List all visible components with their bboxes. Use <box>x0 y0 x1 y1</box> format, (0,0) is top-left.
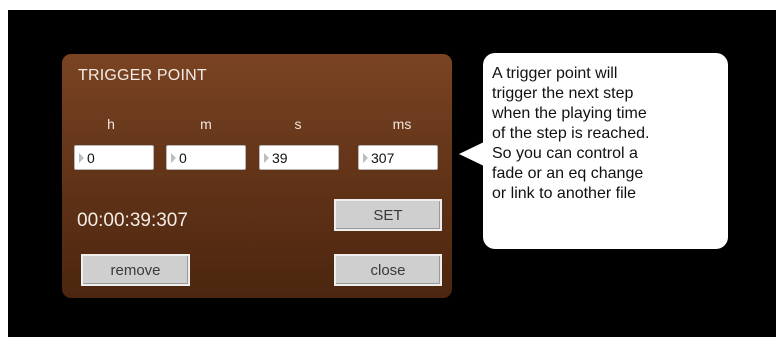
tooltip-line: or link to another file <box>492 185 637 202</box>
spin-arrow-icon[interactable] <box>171 152 176 163</box>
milliseconds-label: ms <box>392 116 412 132</box>
minutes-field[interactable]: 0 <box>166 145 246 170</box>
tooltip-line: fade or an eq change <box>492 165 644 182</box>
app-canvas: TRIGGER POINT h m s ms 0 0 39 307 00:00:… <box>8 10 776 337</box>
seconds-label: s <box>294 116 302 132</box>
dialog-title: TRIGGER POINT <box>78 67 207 84</box>
spin-arrow-icon[interactable] <box>264 152 269 163</box>
tooltip-line: So you can control a <box>492 145 638 162</box>
tooltip-pointer <box>459 142 484 166</box>
tooltip-line: of the step is reached. <box>492 125 650 142</box>
help-tooltip: A trigger point will trigger the next st… <box>483 53 728 249</box>
spin-arrow-icon[interactable] <box>363 152 368 163</box>
tooltip-line: when the playing time <box>492 105 647 122</box>
hours-field[interactable]: 0 <box>74 145 154 170</box>
hours-label: h <box>107 116 115 132</box>
time-readout: 00:00:39:307 <box>77 210 188 231</box>
milliseconds-field[interactable]: 307 <box>358 145 438 170</box>
remove-button[interactable]: remove <box>81 254 190 286</box>
seconds-value: 39 <box>272 149 288 166</box>
minutes-label: m <box>200 116 212 132</box>
set-button[interactable]: SET <box>334 199 442 231</box>
tooltip-line: trigger the next step <box>492 85 634 102</box>
trigger-point-dialog: TRIGGER POINT h m s ms 0 0 39 307 00:00:… <box>62 54 452 298</box>
close-button[interactable]: close <box>334 254 442 286</box>
hours-value: 0 <box>87 149 95 166</box>
minutes-value: 0 <box>179 149 187 166</box>
tooltip-line: A trigger point will <box>492 65 618 82</box>
seconds-field[interactable]: 39 <box>259 145 339 170</box>
milliseconds-value: 307 <box>371 149 395 166</box>
spin-arrow-icon[interactable] <box>79 152 84 163</box>
